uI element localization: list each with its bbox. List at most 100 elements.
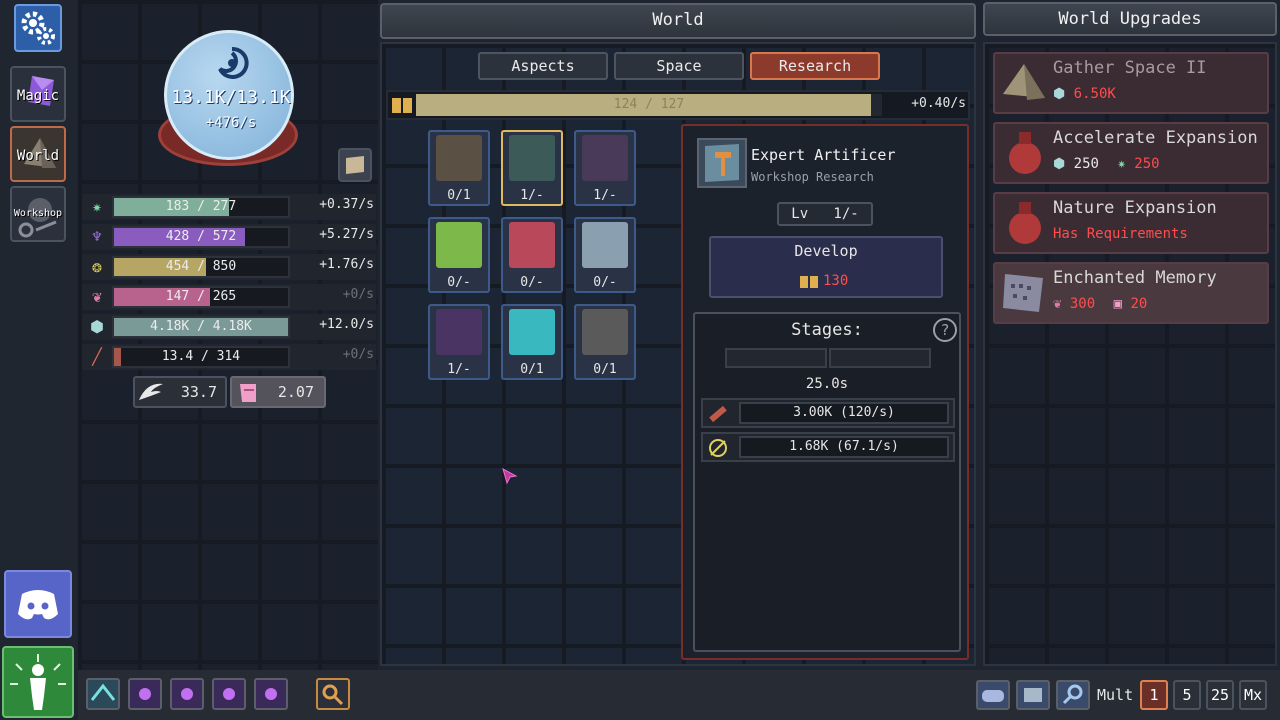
resource-row: ╱ 13.4 / 314 +0/s	[82, 344, 376, 370]
rune-icon	[90, 683, 116, 701]
world-upgrades-header: World Upgrades	[983, 2, 1277, 36]
wings-counter: 33.7	[133, 376, 227, 408]
book-cost-icon	[800, 276, 818, 288]
resource-rate: +5.27/s	[319, 227, 374, 242]
scroll-toggle-button[interactable]	[338, 148, 372, 182]
resource-bar: 13.4 / 314	[112, 346, 290, 368]
help-icon[interactable]: ?	[933, 318, 957, 342]
research-item-level: 0/-	[593, 275, 617, 290]
mana-orb[interactable]: 13.1K/13.1K +476/s	[164, 30, 294, 160]
magic-spark-icon	[223, 688, 235, 700]
research-progress-text: 124 / 127	[613, 97, 685, 112]
spirit-icon: ♆	[92, 227, 102, 246]
resource-value: 183 / 277	[165, 199, 237, 214]
develop-button[interactable]: Develop 130	[709, 236, 943, 298]
search-slot[interactable]	[316, 678, 350, 710]
upgrade-gather-space-ii[interactable]: Gather Space II ⬢ 6.50K	[993, 52, 1269, 114]
nav-world[interactable]: World	[10, 126, 66, 182]
pointer-cursor-icon	[502, 468, 518, 485]
detail-item-icon	[697, 138, 747, 188]
pyramid-icon	[1003, 64, 1045, 100]
wings-icon	[139, 383, 163, 400]
tab-research[interactable]: Research	[750, 52, 880, 80]
research-item[interactable]: 0/1	[574, 304, 636, 380]
stage-bar-2	[829, 348, 931, 368]
settings-button[interactable]	[14, 4, 62, 52]
detail-name: Expert Artificer	[751, 146, 896, 164]
upgrade-requirement: Has Requirements	[1053, 226, 1188, 242]
upgrade-enchanted-memory[interactable]: Enchanted Memory ❦ 300 ▣ 20	[993, 262, 1269, 324]
research-item-level: 0/-	[520, 275, 544, 290]
spell-slot-4[interactable]	[212, 678, 246, 710]
potion-vase-icon	[1009, 132, 1041, 174]
stages-panel: Stages: ? 25.0s 3.00K (120/s) 1.68K (67.…	[693, 312, 961, 652]
mult-button-mx[interactable]: Mx	[1239, 680, 1267, 710]
upgrade-name: Nature Expansion	[1053, 198, 1217, 218]
research-progress: 124 / 127 +0.40/s	[386, 90, 970, 120]
requirement-bar-wood: 3.00K (120/s)	[739, 402, 949, 424]
upgrade-accelerate-expansion[interactable]: Accelerate Expansion ⬢ 250 ✷ 250	[993, 122, 1269, 184]
resource-value: 428 / 572	[165, 229, 237, 244]
scroll-icon	[346, 156, 364, 174]
wings-value: 33.7	[180, 383, 217, 401]
upgrade-cost: ⬢ 6.50K	[1053, 86, 1116, 102]
resource-row: ❂ 454 / 850 +1.76/s	[82, 254, 376, 280]
mult-label: Mult	[1097, 686, 1134, 704]
mana-rate: +476/s	[205, 115, 257, 131]
hammer-book-icon	[705, 144, 739, 182]
tab-space[interactable]: Space	[614, 52, 744, 80]
person-radiant-icon	[10, 654, 66, 710]
research-item[interactable]: 1/-	[501, 130, 563, 206]
potion-vase-icon	[1009, 202, 1041, 244]
develop-cost: 130	[823, 273, 849, 289]
spell-slot-3[interactable]	[170, 678, 204, 710]
upgrade-name: Enchanted Memory	[1053, 268, 1217, 288]
gamepad-button[interactable]	[976, 680, 1010, 710]
mult-button-5[interactable]: 5	[1173, 680, 1201, 710]
nav-workshop-label: Workshop	[13, 208, 63, 219]
star-shard-icon: ✷	[1117, 156, 1126, 172]
search-button[interactable]	[1056, 680, 1090, 710]
mult-button-25[interactable]: 25	[1206, 680, 1234, 710]
research-item[interactable]: 0/1	[428, 130, 490, 206]
research-item[interactable]: 0/-	[501, 217, 563, 293]
detail-subtitle: Workshop Research	[751, 170, 874, 184]
resource-rate: +0.37/s	[319, 197, 374, 212]
research-item[interactable]: 0/-	[574, 217, 636, 293]
pink-scroll-icon: ▣	[1113, 296, 1123, 312]
research-item-level: 1/-	[447, 362, 471, 377]
research-item-level: 0/1	[520, 362, 544, 377]
spell-slot-1[interactable]	[86, 678, 120, 710]
research-item[interactable]: 1/-	[574, 130, 636, 206]
resource-row: ♆ 428 / 572 +5.27/s	[82, 224, 376, 250]
research-book-icon	[436, 222, 482, 268]
research-book-icon	[582, 222, 628, 268]
scroll-counter: 2.07	[230, 376, 326, 408]
research-item[interactable]: 0/-	[428, 217, 490, 293]
search-icon	[1062, 684, 1083, 705]
upgrade-cost-value-2: 250	[1134, 156, 1160, 172]
requirement-row-leaf: 1.68K (67.1/s)	[701, 432, 955, 462]
nav-workshop[interactable]: Workshop	[10, 186, 66, 242]
research-item-level: 0/1	[447, 188, 471, 203]
research-item[interactable]: 1/-	[428, 304, 490, 380]
discord-button[interactable]	[4, 570, 72, 638]
spell-slot-2[interactable]	[128, 678, 162, 710]
tab-aspects[interactable]: Aspects	[478, 52, 608, 80]
resource-value: 13.4 / 314	[161, 349, 241, 364]
discord-icon	[18, 590, 58, 620]
research-book-icon	[509, 222, 555, 268]
character-button[interactable]	[2, 646, 74, 718]
spell-slot-5[interactable]	[254, 678, 288, 710]
upgrade-nature-expansion[interactable]: Nature Expansion Has Requirements	[993, 192, 1269, 254]
magic-spark-icon	[139, 688, 151, 700]
detail-level: Lv 1/-	[777, 202, 873, 226]
world-panel-header: World	[380, 3, 976, 39]
workbench-button[interactable]	[1016, 680, 1050, 710]
upgrade-cost: ⬢ 250 ✷ 250	[1053, 156, 1160, 172]
book-icon	[392, 98, 412, 113]
research-item[interactable]: 0/1	[501, 304, 563, 380]
mult-button-1[interactable]: 1	[1140, 680, 1168, 710]
world-tabs: Aspects Space Research	[478, 52, 880, 80]
nav-magic[interactable]: Magic	[10, 66, 66, 122]
